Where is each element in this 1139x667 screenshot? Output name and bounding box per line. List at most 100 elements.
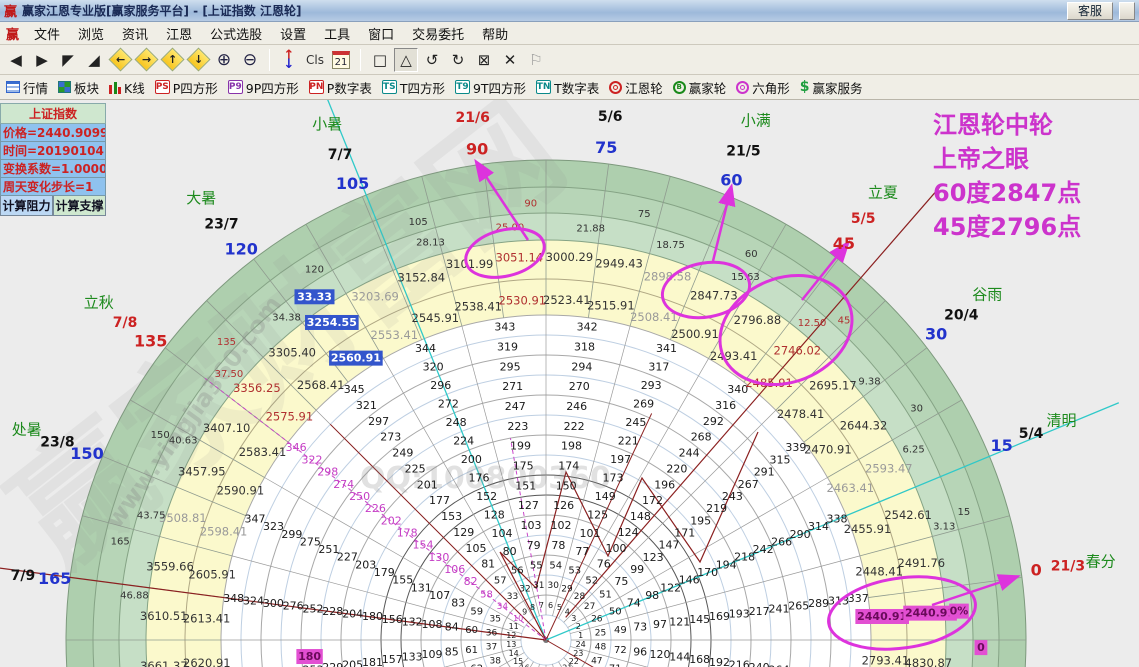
title-bar: 赢 赢家江恩专业版[赢家服务平台] - [上证指数 江恩轮] 客服 [0,0,1139,22]
TS-icon: TS [381,80,397,94]
svg-text:2553.41: 2553.41 [371,328,419,342]
svg-text:219: 219 [706,502,727,515]
svg-text:245: 245 [625,416,646,429]
toolbar-9p-square[interactable]: P9 9P四方形 [227,78,299,97]
svg-text:193: 193 [729,608,750,621]
svg-text:2440.91: 2440.91 [857,610,907,623]
toolbar-sectors[interactable]: 板块 [58,78,99,97]
svg-text:165: 165 [38,569,71,588]
toolbar-separator [360,48,361,71]
svg-text:196: 196 [654,478,675,491]
svg-text:75: 75 [614,575,628,588]
toolbar-kline[interactable]: K线 [109,78,145,97]
forward-icon[interactable]: ▶ [30,48,54,72]
rotate-ccw-icon[interactable]: ↺ [420,48,444,72]
svg-text:105: 105 [409,217,428,228]
svg-text:27: 27 [584,602,595,612]
svg-text:318: 318 [574,341,595,354]
menu-1[interactable]: 浏览 [69,22,113,45]
pointer-down-icon[interactable]: ◢ [82,48,106,72]
svg-text:121: 121 [669,615,690,628]
updown-arrows-icon[interactable]: ↑ ↓ [277,48,301,72]
menu-2[interactable]: 资讯 [113,22,157,45]
box-x-icon[interactable]: ⊠ [472,48,496,72]
diamond-up-icon[interactable]: ↑ [159,47,185,72]
svg-text:106: 106 [444,563,465,576]
price-row: 价格=2440.9099 [0,124,106,142]
diamond-left-icon[interactable]: ← [107,47,133,72]
svg-text:223: 223 [507,420,528,433]
svg-text:294: 294 [571,360,592,373]
rotate-cw-icon[interactable]: ↻ [446,48,470,72]
svg-text:4: 4 [565,608,570,617]
back-icon[interactable]: ◀ [4,48,28,72]
index-name: 上证指数 [0,103,106,124]
toolbar-winner-wheel[interactable]: B 赢家轮 [672,78,726,97]
menu-8[interactable]: 交易委托 [403,22,473,45]
menu-0[interactable]: 文件 [25,22,69,45]
svg-text:144: 144 [669,651,690,664]
menu-9[interactable]: 帮助 [473,22,517,45]
calendar-icon[interactable]: 21 [329,48,353,72]
svg-text:180: 180 [298,650,321,663]
rectangle-tool-icon[interactable]: □ [368,48,392,72]
svg-text:131: 131 [411,581,432,594]
svg-text:4830.87: 4830.87 [905,656,953,667]
pointer-up-icon[interactable]: ◤ [56,48,80,72]
toolbar-hexagon[interactable]: 六角形 [736,78,790,97]
svg-text:3610.51: 3610.51 [140,609,188,623]
toolbar-p-table[interactable]: PN P数字表 [308,78,372,97]
svg-text:251: 251 [318,543,339,556]
calc-resistance-button[interactable]: 计算阻力 [0,196,53,216]
triangle-tool-icon[interactable]: △ [394,47,418,72]
svg-text:23/7: 23/7 [204,217,238,233]
svg-text:2440.91: 2440.91 [905,607,955,620]
toolbar-quotes[interactable]: 行情 [6,78,48,97]
svg-text:11: 11 [509,622,519,631]
partial-right-button[interactable] [1119,1,1135,20]
svg-text:205: 205 [342,659,363,667]
diamond-down-icon[interactable]: ↓ [185,47,211,72]
cls-button[interactable]: Cls [303,48,327,72]
zoom-in-icon[interactable]: ⊕ [212,48,236,72]
svg-text:春分: 春分 [1086,553,1116,571]
cross-tool-icon[interactable]: ✕ [498,48,522,72]
flag-icon[interactable]: ⚐ [524,48,548,72]
svg-text:7: 7 [539,601,544,610]
toolbar-main: ◀ ▶ ◤ ◢ ← → ↑ ↓ ⊕ ⊖ ↑ ↓ Cls 21 □ △ ↺ ↻ ⊠ ✕ ⚐ [0,45,1139,75]
menu-4[interactable]: 公式选股 [201,22,271,45]
svg-text:171: 171 [674,527,695,540]
svg-text:23/8: 23/8 [40,435,74,451]
toolbar-9t-square[interactable]: T9 9T四方形 [454,78,526,97]
svg-text:201: 201 [417,478,438,491]
svg-text:292: 292 [703,415,724,428]
toolbar-service[interactable]: $ 赢家服务 [800,78,863,97]
svg-text:53: 53 [568,566,581,577]
toolbar-t-table[interactable]: TN T数字表 [536,78,599,97]
menu-7[interactable]: 窗口 [359,22,403,45]
svg-text:241: 241 [769,602,790,615]
toolbar-t-square[interactable]: TS T四方形 [381,78,445,97]
svg-text:176: 176 [469,471,490,484]
svg-text:2575.91: 2575.91 [266,409,314,423]
calc-support-button[interactable]: 计算支撑 [53,196,106,216]
svg-text:98: 98 [645,589,659,602]
svg-text:324: 324 [243,595,264,608]
svg-text:5/4: 5/4 [1019,426,1044,442]
svg-text:26: 26 [591,615,603,625]
menu-5[interactable]: 设置 [271,22,315,45]
customer-service-button[interactable]: 客服 [1066,1,1113,20]
toolbar-p-square[interactable]: PS P四方形 [154,78,218,97]
PS-icon: PS [154,80,170,94]
svg-text:3305.40: 3305.40 [268,346,316,360]
diamond-right-icon[interactable]: → [133,47,159,72]
svg-text:58: 58 [480,589,493,600]
svg-text:2538.41: 2538.41 [454,299,502,313]
menu-3[interactable]: 江恩 [157,22,201,45]
svg-text:120: 120 [650,648,671,661]
toolbar-gann-wheel[interactable]: 江恩轮 [609,78,663,97]
menu-6[interactable]: 工具 [315,22,359,45]
svg-text:13: 13 [506,640,516,649]
zoom-out-icon[interactable]: ⊖ [238,48,262,72]
svg-text:132: 132 [402,615,423,628]
